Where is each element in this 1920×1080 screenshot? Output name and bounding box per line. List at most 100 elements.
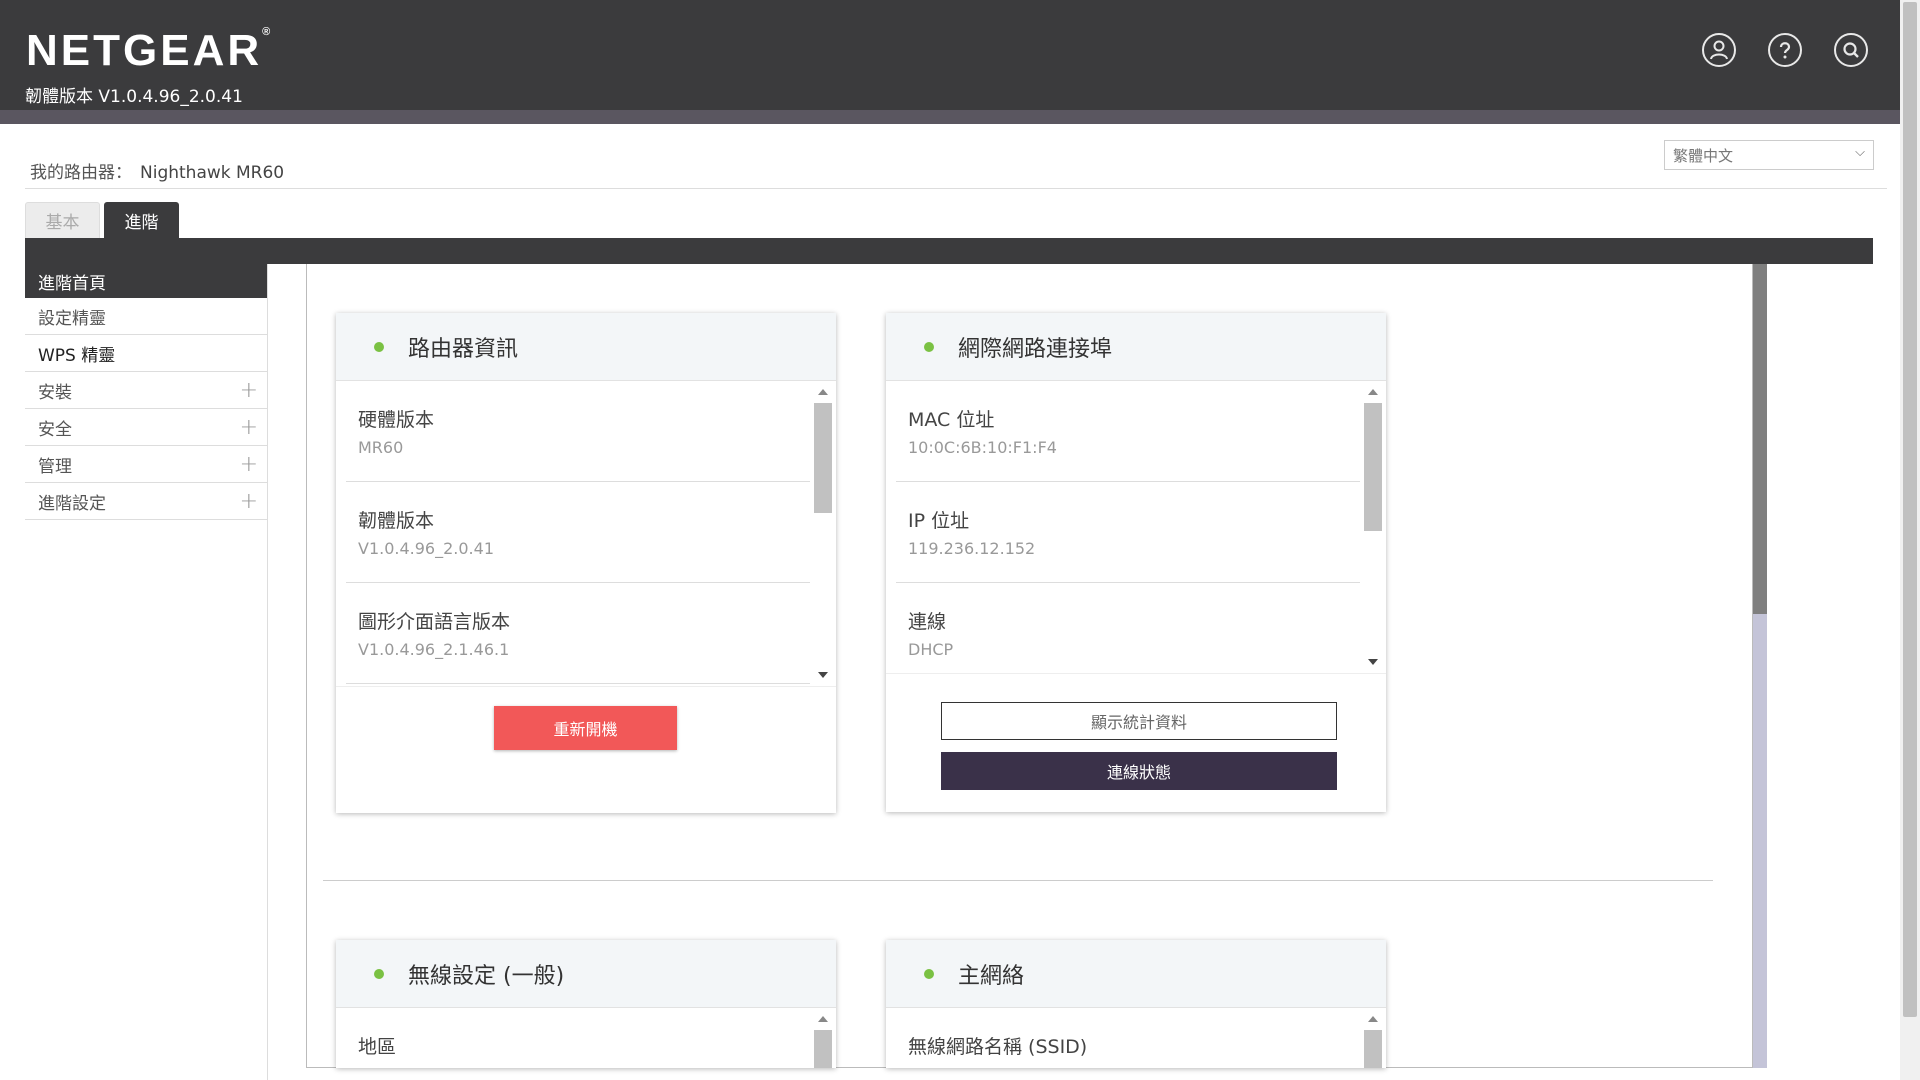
scroll-down-arrow-icon[interactable] bbox=[818, 672, 828, 678]
field-value: MR60 bbox=[358, 438, 404, 457]
field-label: IP 位址 bbox=[908, 510, 970, 532]
card-title: 路由器資訊 bbox=[408, 336, 519, 362]
field-label: 韌體版本 bbox=[358, 510, 435, 532]
scroll-up-arrow-icon[interactable] bbox=[818, 389, 828, 395]
field-label: MAC 位址 bbox=[908, 409, 995, 431]
list-item: MAC 位址 10:0C:6B:10:F1:F4 bbox=[896, 381, 1360, 482]
list-item: IP 位址 119.236.12.152 bbox=[896, 482, 1360, 583]
my-router-line: 我的路由器： Nighthawk MR60 bbox=[30, 158, 284, 183]
card-header: 主網絡 bbox=[886, 940, 1386, 1008]
router-info-list: 硬體版本 MR60 韌體版本 V1.0.4.96_2.0.41 圖形介面語言版本… bbox=[336, 381, 836, 686]
field-value: V1.0.4.96_2.1.46.1 bbox=[358, 640, 510, 659]
page-scrollbar-thumb[interactable] bbox=[1903, 2, 1917, 1017]
help-icon[interactable] bbox=[1768, 33, 1802, 67]
chevron-down-icon: ⌵ bbox=[1855, 145, 1865, 160]
list-item: 圖形介面語言版本 V1.0.4.96_2.1.46.1 bbox=[346, 583, 810, 684]
list-item: 無線網路名稱 (SSID) bbox=[896, 1008, 1360, 1068]
field-label: 硬體版本 bbox=[358, 409, 435, 431]
field-value: 10:0C:6B:10:F1:F4 bbox=[908, 438, 1057, 457]
list-item: 韌體版本 V1.0.4.96_2.0.41 bbox=[346, 482, 810, 583]
list-item: 硬體版本 MR60 bbox=[346, 381, 810, 482]
card-scrollbar-thumb[interactable] bbox=[814, 403, 832, 513]
list-item: 地區 bbox=[346, 1008, 810, 1068]
card-scrollbar-thumb[interactable] bbox=[1364, 1030, 1382, 1068]
sidebar-item-setup-wizard[interactable]: 設定精靈 bbox=[25, 298, 268, 335]
field-label: 無線網路名稱 (SSID) bbox=[908, 1036, 1088, 1058]
card-scrollbar[interactable] bbox=[1364, 385, 1382, 669]
scroll-up-arrow-icon[interactable] bbox=[818, 1016, 828, 1022]
sidebar-item-setup[interactable]: 安裝 + bbox=[25, 372, 268, 409]
netgear-logo[interactable]: NETGEAR® bbox=[26, 26, 270, 76]
header-divider bbox=[25, 188, 1887, 189]
field-label: 連線 bbox=[908, 611, 947, 633]
router-info-card: 路由器資訊 硬體版本 MR60 韌體版本 V1.0.4.96_2.0.41 圖形… bbox=[336, 313, 836, 813]
card-scrollbar-thumb[interactable] bbox=[814, 1030, 832, 1068]
card-scrollbar[interactable] bbox=[1364, 1012, 1382, 1068]
section-divider bbox=[323, 880, 1713, 881]
card-footer: 重新開機 bbox=[336, 686, 836, 812]
language-selected: 繁體中文 bbox=[1673, 147, 1734, 165]
card-title: 網際網路連接埠 bbox=[958, 336, 1113, 362]
card-title: 無線設定 (一般) bbox=[408, 963, 565, 989]
card-scrollbar-thumb[interactable] bbox=[1364, 403, 1382, 531]
status-dot bbox=[374, 341, 384, 352]
sidebar-item-label: 管理 bbox=[38, 456, 72, 477]
sidebar-item-label: WPS 精靈 bbox=[38, 345, 116, 366]
card-scrollbar[interactable] bbox=[814, 1012, 832, 1068]
sidebar-item-advanced-setup[interactable]: 進階設定 + bbox=[25, 483, 268, 520]
reboot-button[interactable]: 重新開機 bbox=[494, 706, 677, 750]
field-value: DHCP bbox=[908, 640, 954, 659]
user-icon[interactable] bbox=[1702, 33, 1736, 67]
tab-content-bar bbox=[25, 238, 1873, 264]
expand-plus-icon[interactable]: + bbox=[240, 415, 258, 440]
sidebar-item-security[interactable]: 安全 + bbox=[25, 409, 268, 446]
content-scrollbar[interactable] bbox=[1753, 264, 1767, 1068]
my-router-label: 我的路由器： bbox=[30, 163, 132, 183]
sidebar-item-label: 進階首頁 bbox=[38, 273, 106, 294]
router-name: Nighthawk MR60 bbox=[140, 163, 285, 183]
wireless-settings-card: 無線設定 (一般) 地區 bbox=[336, 940, 836, 1068]
scroll-down-arrow-icon[interactable] bbox=[1368, 659, 1378, 665]
status-dot bbox=[924, 968, 934, 979]
expand-plus-icon[interactable]: + bbox=[240, 489, 258, 514]
card-title: 主網絡 bbox=[958, 963, 1025, 989]
sidebar-item-advanced-home[interactable]: 進階首頁 bbox=[25, 264, 268, 298]
card-header: 無線設定 (一般) bbox=[336, 940, 836, 1008]
card-scrollbar[interactable] bbox=[814, 385, 832, 682]
scroll-up-arrow-icon[interactable] bbox=[1368, 389, 1378, 395]
expand-plus-icon[interactable]: + bbox=[240, 378, 258, 403]
sidebar-item-wps-wizard[interactable]: WPS 精靈 bbox=[25, 335, 268, 372]
internet-port-card: 網際網路連接埠 MAC 位址 10:0C:6B:10:F1:F4 IP 位址 1… bbox=[886, 313, 1386, 812]
firmware-version: 韌體版本 V1.0.4.96_2.0.41 bbox=[25, 87, 243, 107]
page-scrollbar[interactable] bbox=[1900, 0, 1920, 1080]
sidebar: 進階首頁 設定精靈 WPS 精靈 安裝 + 安全 + 管理 + 進階設定 + bbox=[25, 264, 268, 520]
search-icon[interactable] bbox=[1834, 33, 1868, 67]
language-select[interactable]: 繁體中文 ⌵ bbox=[1664, 140, 1874, 170]
field-label: 地區 bbox=[358, 1036, 397, 1058]
show-statistics-button[interactable]: 顯示統計資料 bbox=[941, 702, 1337, 740]
tab-basic[interactable]: 基本 bbox=[25, 202, 100, 238]
content-scrollbar-thumb[interactable] bbox=[1753, 264, 1767, 614]
card-header: 路由器資訊 bbox=[336, 313, 836, 381]
sidebar-item-label: 設定精靈 bbox=[38, 308, 106, 329]
tab-advanced[interactable]: 進階 bbox=[104, 202, 179, 238]
card-footer: 顯示統計資料 連線狀態 bbox=[886, 673, 1386, 811]
status-dot bbox=[374, 968, 384, 979]
expand-plus-icon[interactable]: + bbox=[240, 452, 258, 477]
main-network-card: 主網絡 無線網路名稱 (SSID) bbox=[886, 940, 1386, 1068]
list-item: 連線 DHCP bbox=[896, 583, 1360, 673]
main-network-list: 無線網路名稱 (SSID) bbox=[886, 1008, 1386, 1068]
status-dot bbox=[924, 341, 934, 352]
header-accent-strip bbox=[0, 110, 1900, 124]
top-header: NETGEAR® 韌體版本 V1.0.4.96_2.0.41 bbox=[0, 0, 1900, 110]
sidebar-border bbox=[267, 264, 268, 1080]
connection-status-button[interactable]: 連線狀態 bbox=[941, 752, 1337, 790]
sidebar-item-management[interactable]: 管理 + bbox=[25, 446, 268, 483]
wireless-settings-list: 地區 bbox=[336, 1008, 836, 1068]
sidebar-item-label: 安全 bbox=[38, 419, 72, 440]
scroll-up-arrow-icon[interactable] bbox=[1368, 1016, 1378, 1022]
sidebar-item-label: 進階設定 bbox=[38, 493, 106, 514]
card-header: 網際網路連接埠 bbox=[886, 313, 1386, 381]
field-value: 119.236.12.152 bbox=[908, 539, 1036, 558]
field-value: V1.0.4.96_2.0.41 bbox=[358, 539, 494, 558]
